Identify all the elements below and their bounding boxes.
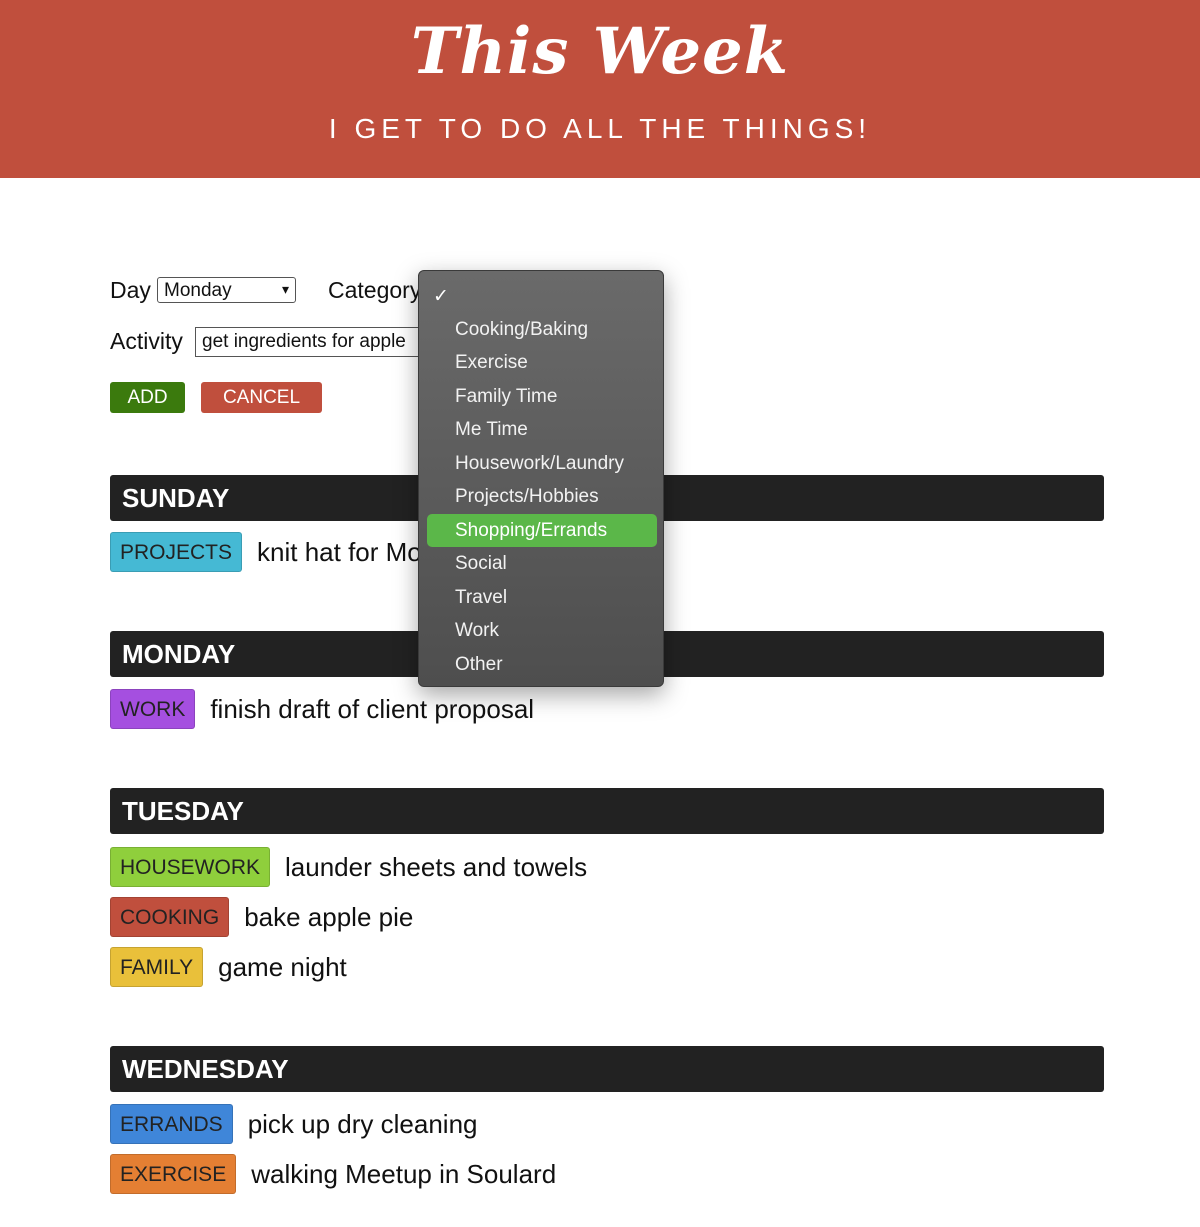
category-option-exercise[interactable]: Exercise (427, 346, 657, 379)
category-option-me-time[interactable]: Me Time (427, 413, 657, 446)
list-item: EXERCISE walking Meetup in Soulard (110, 1154, 556, 1194)
category-dropdown-menu[interactable]: ✓ Cooking/Baking Exercise Family Time Me… (418, 270, 664, 687)
category-option-travel[interactable]: Travel (427, 581, 657, 614)
activity-input[interactable]: get ingredients for apple (195, 327, 435, 357)
category-option-projects[interactable]: Projects/Hobbies (427, 480, 657, 513)
chevron-down-icon: ▾ (281, 281, 289, 297)
activity-text: bake apple pie (244, 901, 414, 932)
category-option-family-time[interactable]: Family Time (427, 380, 657, 413)
category-tag: EXERCISE (110, 1154, 237, 1194)
category-option-social[interactable]: Social (427, 547, 657, 580)
list-item: ERRANDS pick up dry cleaning (110, 1104, 478, 1144)
category-option-other[interactable]: Other (427, 648, 657, 681)
activity-text: game night (218, 951, 347, 982)
day-select[interactable]: Monday ▾ (157, 277, 296, 303)
activity-text: knit hat for Mom (257, 536, 444, 567)
category-label: Category (328, 277, 422, 303)
category-option-housework[interactable]: Housework/Laundry (427, 447, 657, 480)
activity-text: launder sheets and towels (285, 851, 588, 882)
page-title: This Week (410, 14, 790, 89)
activity-text: pick up dry cleaning (247, 1108, 478, 1139)
activity-label: Activity (110, 328, 183, 354)
list-item: WORK finish draft of client proposal (110, 689, 534, 729)
list-item: HOUSEWORK launder sheets and towels (110, 847, 587, 887)
add-button[interactable]: ADD (110, 382, 185, 413)
category-tag: WORK (110, 689, 196, 729)
checkmark-icon: ✓ (433, 286, 449, 307)
cancel-button[interactable]: CANCEL (201, 382, 322, 413)
day-select-value: Monday (164, 280, 232, 301)
category-tag: PROJECTS (110, 532, 243, 572)
category-tag: ERRANDS (110, 1104, 233, 1144)
list-item: FAMILY game night (110, 947, 347, 987)
page-subtitle: I GET TO DO ALL THE THINGS! (328, 113, 872, 144)
category-option-shopping[interactable]: Shopping/Errands (427, 514, 657, 547)
list-item: COOKING bake apple pie (110, 897, 413, 937)
day-header-wednesday: WEDNESDAY (110, 1046, 1104, 1092)
category-tag: COOKING (110, 897, 230, 937)
day-header-tuesday: TUESDAY (110, 788, 1104, 834)
activity-text: walking Meetup in Soulard (251, 1158, 557, 1189)
category-option-work[interactable]: Work (427, 614, 657, 647)
category-tag: HOUSEWORK (110, 847, 271, 887)
category-tag: FAMILY (110, 947, 204, 987)
list-item: PROJECTS knit hat for Mom (110, 532, 443, 572)
category-option-cooking[interactable]: Cooking/Baking (427, 313, 657, 346)
activity-text: finish draft of client proposal (210, 693, 535, 724)
day-label: Day (110, 277, 151, 303)
page-header: This Week I GET TO DO ALL THE THINGS! (0, 0, 1200, 178)
